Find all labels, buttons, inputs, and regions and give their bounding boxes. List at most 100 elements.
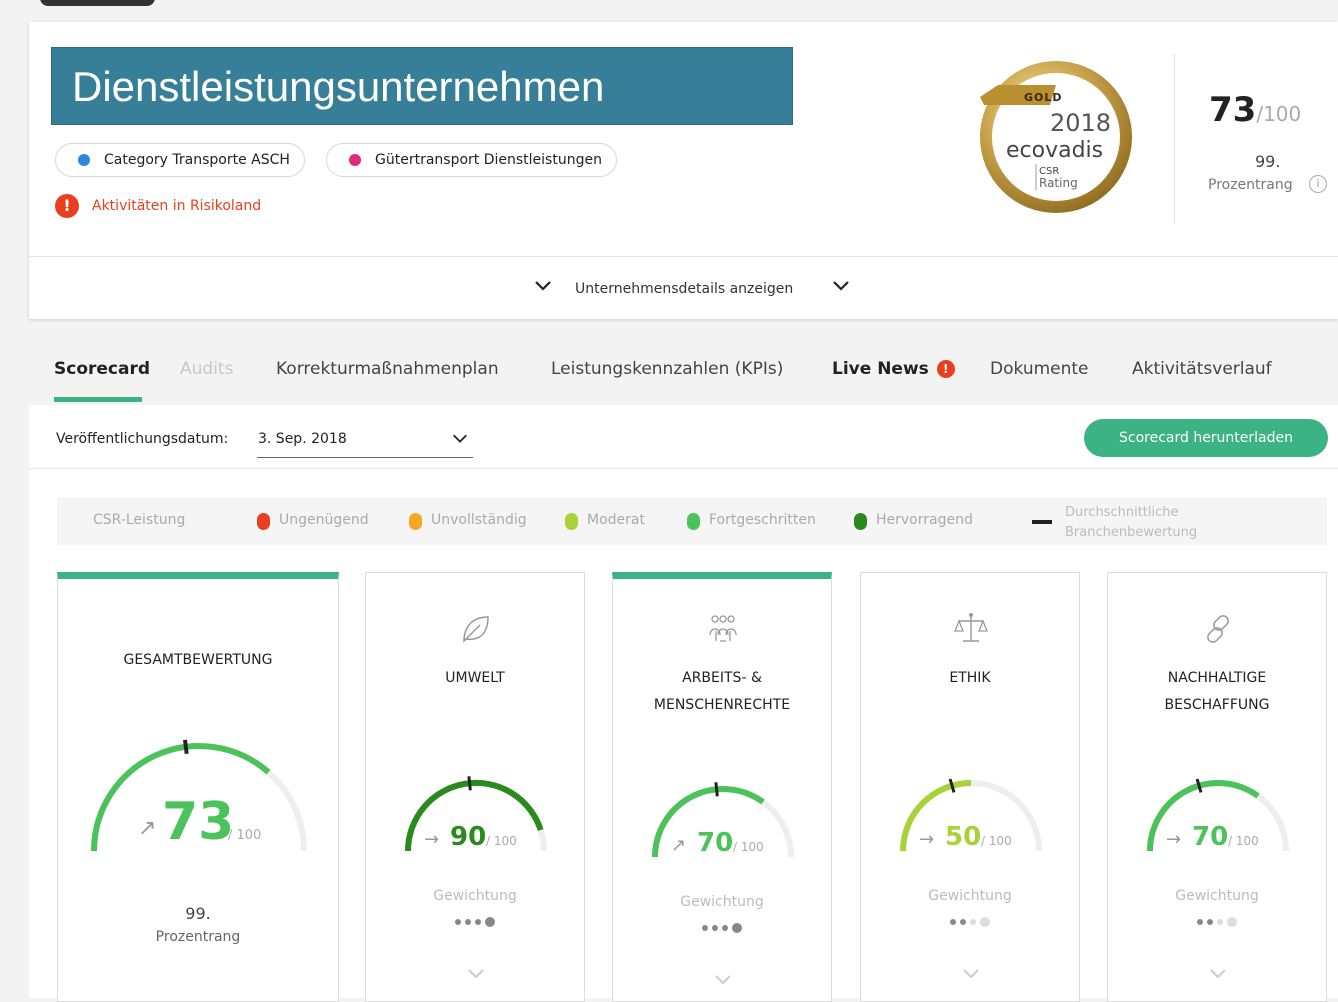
card-score-max: / 100	[1228, 834, 1259, 848]
weight-dot	[960, 918, 966, 925]
procurement-score-gauge: → 70 / 100	[1147, 778, 1289, 852]
badge-brand: ecovadis	[1006, 138, 1103, 163]
legend-industry-average: Durchschnittliche Branchenbewertung	[1065, 503, 1265, 543]
overall-score-max: /100	[1256, 102, 1302, 126]
info-icon[interactable]: i	[1309, 175, 1327, 193]
tab-documents[interactable]: Dokumente	[990, 359, 1089, 379]
legend-title: CSR-Leistung	[93, 512, 186, 528]
csr-legend: CSR-Leistung Ungenügend Unvollständig Mo…	[57, 497, 1327, 545]
score-card-environment[interactable]: UMWELT → 90 / 100 Gewichtung	[365, 572, 585, 1002]
publication-date-select[interactable]: 3. Sep. 2018	[257, 423, 473, 458]
company-name-banner: Dienstleistungsunternehmen	[51, 47, 793, 125]
category-chip-freight[interactable]: Gütertransport Dienstleistungen	[326, 143, 617, 177]
legend-label: Unvollständig	[431, 512, 527, 528]
category-dot-icon	[78, 154, 90, 166]
tab-live-news[interactable]: Live News!	[832, 359, 955, 379]
legend-item-outstanding: Hervorragend	[854, 512, 973, 530]
category-chip-label: Category Transporte ASCH	[104, 152, 290, 168]
trend-flat-icon: →	[919, 829, 934, 850]
weight-dot	[722, 924, 728, 931]
industry-average-marker	[948, 778, 956, 793]
card-title: GESAMTBEWERTUNG	[123, 652, 273, 668]
chevron-down-icon[interactable]	[961, 963, 981, 983]
card-title-line2: MENSCHENRECHTE	[653, 697, 791, 713]
badge-year: 2018	[1050, 109, 1111, 137]
trend-flat-icon: →	[424, 829, 439, 850]
legend-label: Ungenügend	[279, 512, 369, 528]
ecovadis-gold-medal: GOLD 2018 ecovadis CSR Rating	[980, 61, 1132, 213]
legend-avg-line1: Durchschnittliche	[1065, 505, 1179, 520]
trend-flat-icon: →	[1166, 829, 1181, 850]
tab-audits: Audits	[180, 359, 234, 379]
legend-item-advanced: Fortgeschritten	[687, 512, 816, 530]
weight-dots	[366, 911, 584, 927]
card-score: 73	[162, 792, 234, 852]
badge-rating: Rating	[1039, 176, 1078, 190]
divider	[29, 468, 1338, 469]
percentile-rank: 99.	[1255, 152, 1281, 171]
scorecard-tabs: Scorecard Audits Korrekturmaßnahmenplan …	[0, 345, 1338, 405]
chevron-down-icon[interactable]	[466, 963, 486, 983]
weight-dot	[1197, 918, 1203, 925]
weight-dot	[712, 924, 718, 931]
link-icon	[1207, 615, 1229, 643]
card-score: 70	[697, 828, 733, 858]
weight-dots	[1108, 911, 1326, 927]
card-score-max: / 100	[733, 840, 764, 854]
legend-label: Hervorragend	[876, 512, 973, 528]
chevron-down-icon[interactable]	[1208, 963, 1228, 983]
chevron-down-icon[interactable]	[713, 969, 733, 989]
weight-label: Gewichtung	[680, 894, 764, 910]
weight-dot	[980, 916, 990, 927]
legend-avg-line2: Branchenbewertung	[1065, 525, 1198, 540]
card-rank-label: Prozentrang	[155, 929, 241, 945]
card-title: ARBEITS- &	[682, 670, 762, 686]
chevron-down-icon	[453, 434, 467, 443]
weight-label: Gewichtung	[433, 888, 517, 904]
weight-dot	[455, 918, 461, 925]
weight-label: Gewichtung	[928, 888, 1012, 904]
download-scorecard-button[interactable]: Scorecard herunterladen	[1084, 419, 1328, 457]
score-card-sustainable-procurement[interactable]: NACHHALTIGE BESCHAFFUNG → 70 / 100 Gewic…	[1107, 572, 1327, 1002]
score-card-overall[interactable]: GESAMTBEWERTUNG ↗ 73 / 100 99. Prozentra…	[57, 572, 339, 1002]
header-divider	[1174, 54, 1175, 224]
legend-item-insufficient: Ungenügend	[257, 512, 369, 530]
people-icon	[709, 615, 737, 642]
chevron-down-icon	[535, 281, 551, 291]
legend-label: Fortgeschritten	[709, 512, 816, 528]
weight-dot	[732, 922, 742, 933]
category-chip-label: Gütertransport Dienstleistungen	[375, 152, 602, 168]
risk-country-link[interactable]: ! Aktivitäten in Risikoland	[55, 194, 261, 218]
legend-dot-icon	[565, 513, 578, 530]
card-title: ETHIK	[949, 670, 991, 686]
company-details-toggle[interactable]: Unternehmensdetails anzeigen	[29, 256, 1338, 320]
ethics-score-gauge: → 50 / 100	[900, 778, 1042, 852]
active-tab-indicator	[54, 397, 142, 402]
industry-average-marker	[183, 739, 189, 755]
overall-score-value: 73	[1209, 90, 1257, 130]
weight-dot	[970, 918, 976, 925]
tab-corrective-action-plan[interactable]: Korrekturmaßnahmenplan	[276, 359, 499, 379]
overall-score: 73/100	[1209, 90, 1301, 130]
badge-level: GOLD	[1024, 91, 1063, 104]
weight-dot	[702, 924, 708, 931]
card-title: UMWELT	[445, 670, 505, 686]
score-card-labor-human-rights[interactable]: ARBEITS- & MENSCHENRECHTE ↗ 70 / 100 Gew…	[612, 572, 832, 1002]
trend-up-icon: ↗	[671, 835, 686, 856]
tab-kpis[interactable]: Leistungskennzahlen (KPIs)	[551, 359, 783, 379]
score-card-ethics[interactable]: ETHIK → 50 / 100 Gewichtung	[860, 572, 1080, 1002]
legend-item-moderate: Moderat	[565, 512, 645, 530]
top-partial-button[interactable]	[40, 0, 155, 6]
card-score-max: / 100	[486, 834, 517, 848]
card-score: 70	[1192, 822, 1228, 852]
weight-dot	[475, 918, 481, 925]
card-title: NACHHALTIGE	[1167, 670, 1267, 686]
weight-dot	[485, 916, 495, 927]
chevron-down-icon	[833, 281, 849, 291]
card-score-max: / 100	[228, 828, 261, 843]
tab-activity-history[interactable]: Aktivitätsverlauf	[1132, 359, 1272, 379]
weight-dot	[465, 918, 471, 925]
category-chip-transport[interactable]: Category Transporte ASCH	[55, 143, 305, 177]
environment-score-gauge: → 90 / 100	[405, 776, 547, 852]
tab-scorecard[interactable]: Scorecard	[54, 359, 150, 379]
